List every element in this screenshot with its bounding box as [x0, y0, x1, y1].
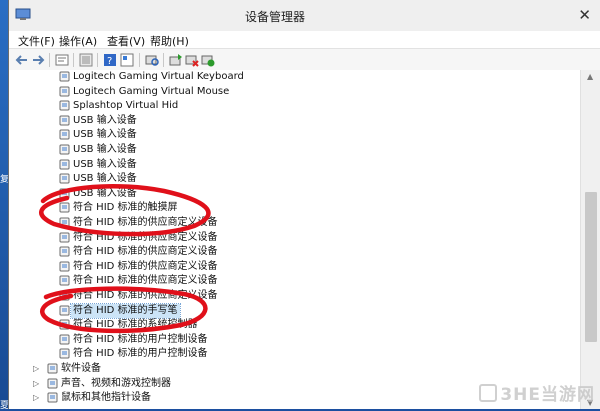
watermark-logo-icon	[479, 384, 498, 402]
device-manager-window: 设备管理器 ✕ 文件(F) 操作(A) 查看(V) 帮助(H) ? Logite…	[8, 0, 600, 409]
red-annotation-layer	[39, 184, 211, 334]
watermark: 3HE当游网	[479, 380, 595, 405]
red-circle-stylus	[40, 286, 208, 334]
watermark-text: 3HE当游网	[500, 385, 595, 405]
desktop-edge	[0, 0, 8, 409]
red-circle-touchscreen	[39, 184, 211, 237]
